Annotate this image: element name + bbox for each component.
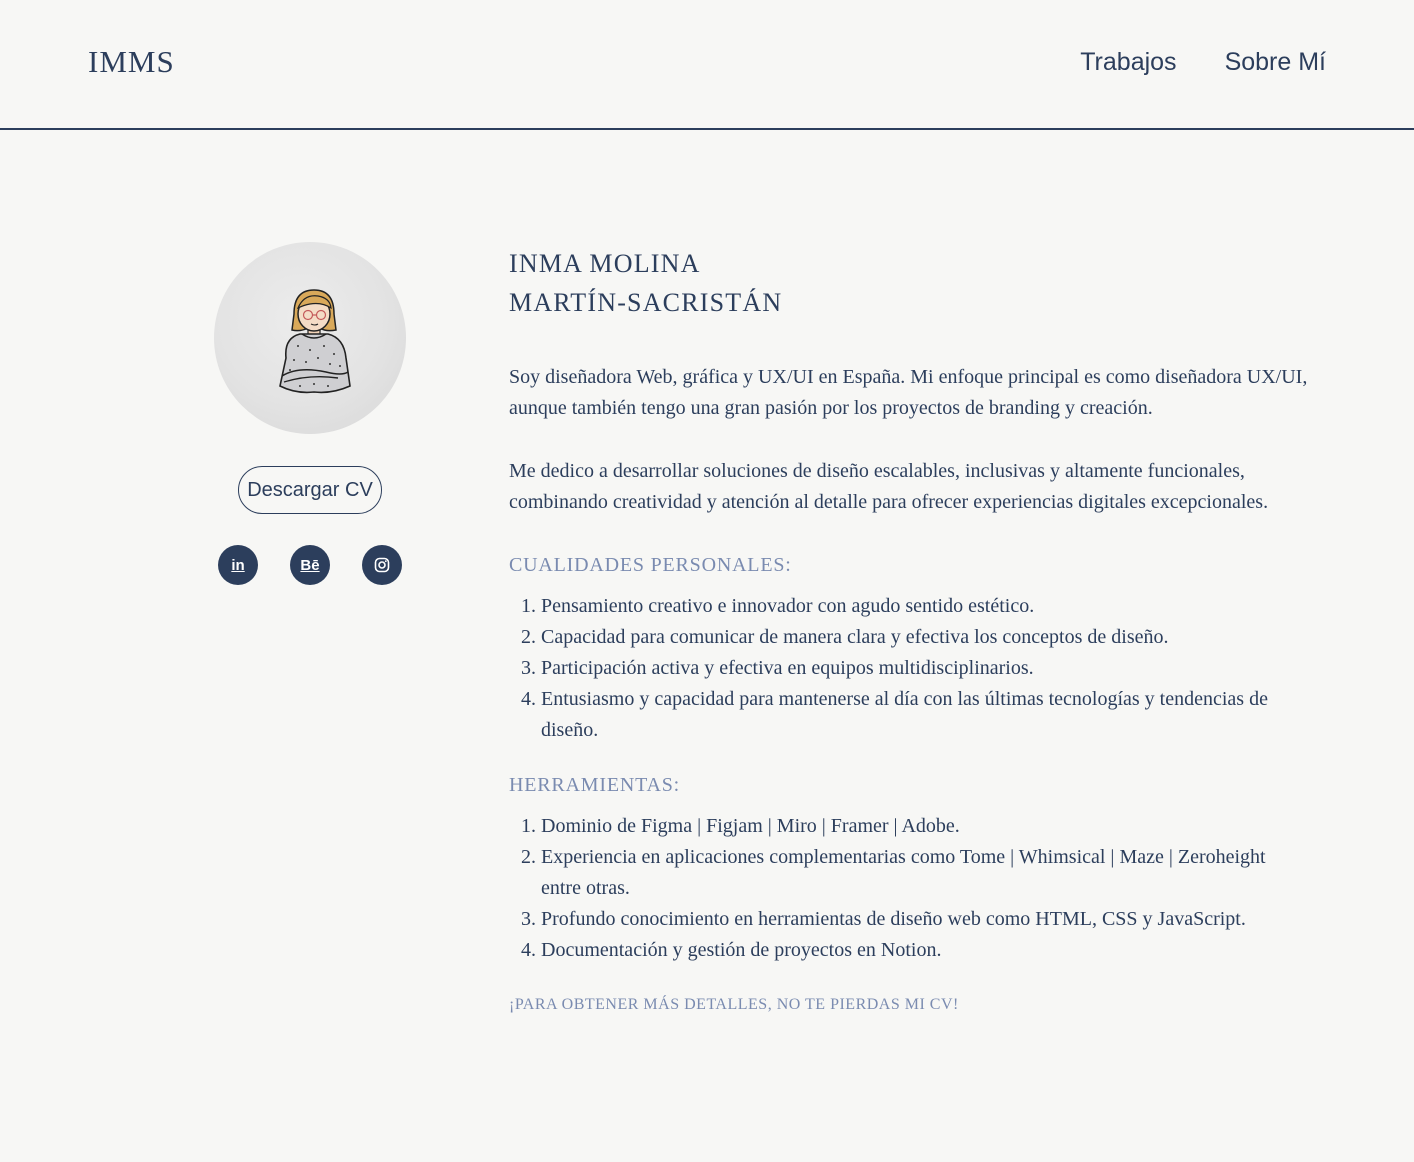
list-item: Capacidad para comunicar de manera clara… — [541, 622, 1309, 653]
social-links: in Bē — [218, 545, 402, 585]
intro-paragraph: Soy diseñadora Web, gráfica y UX/UI en E… — [509, 366, 1308, 419]
list-item: Documentación y gestión de proyectos en … — [541, 935, 1309, 966]
list-item: Dominio de Figma | Figjam | Miro | Frame… — [541, 811, 1309, 842]
qualities-list: Pensamiento creativo e innovador con agu… — [509, 591, 1309, 746]
list-item: Participación activa y efectiva en equip… — [541, 653, 1309, 684]
mission-paragraph: Me dedico a desarrollar soluciones de di… — [509, 460, 1269, 513]
list-item: Pensamiento creativo e innovador con agu… — [541, 591, 1309, 622]
tools-list: Dominio de Figma | Figjam | Miro | Frame… — [509, 811, 1309, 966]
profile-name: INMA MOLINA MARTÍN-SACRISTÁN — [509, 244, 1309, 322]
avatar-illustration — [279, 289, 351, 394]
name-line-1: INMA MOLINA — [509, 249, 701, 278]
site-header: IMMS Trabajos Sobre Mí — [0, 0, 1414, 130]
qualities-heading: CUALIDADES PERSONALES: — [509, 554, 792, 576]
nav-link-trabajos[interactable]: Trabajos — [1080, 48, 1176, 77]
site-logo[interactable]: IMMS — [88, 44, 175, 80]
behance-icon[interactable]: Bē — [290, 545, 330, 585]
download-cv-button[interactable]: Descargar CV — [238, 466, 382, 514]
nav-link-sobre-mi[interactable]: Sobre Mí — [1225, 48, 1326, 77]
main-nav: Trabajos Sobre Mí — [1080, 48, 1326, 77]
instagram-icon[interactable] — [362, 545, 402, 585]
profile-avatar — [214, 242, 406, 434]
linkedin-icon[interactable]: in — [218, 545, 258, 585]
name-line-2: MARTÍN-SACRISTÁN — [509, 288, 783, 317]
tools-heading: HERRAMIENTAS: — [509, 774, 681, 796]
list-item: Entusiasmo y capacidad para mantenerse a… — [541, 684, 1309, 746]
instagram-glyph — [374, 557, 390, 573]
cv-call-to-action: ¡PARA OBTENER MÁS DETALLES, NO TE PIERDA… — [509, 996, 959, 1013]
list-item: Experiencia en aplicaciones complementar… — [541, 842, 1309, 904]
list-item: Profundo conocimiento en herramientas de… — [541, 904, 1309, 935]
about-content: INMA MOLINA MARTÍN-SACRISTÁN Soy diseñad… — [509, 244, 1309, 1014]
